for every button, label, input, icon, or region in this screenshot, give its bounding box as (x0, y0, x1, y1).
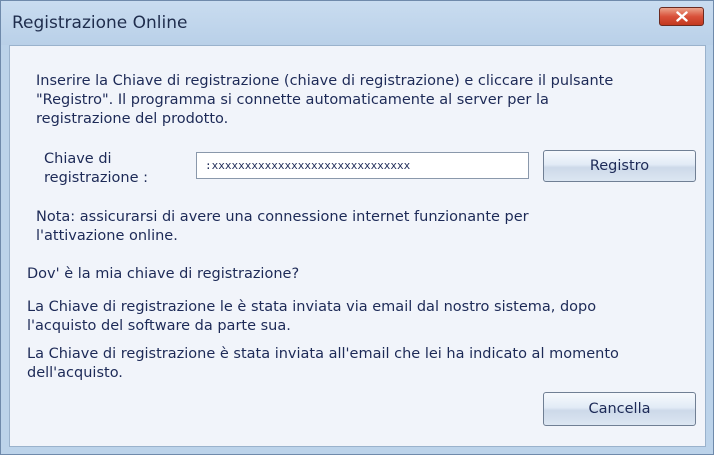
intro-line: "Registro". Il programma si connette aut… (36, 92, 549, 108)
note-line: Nota: assicurarsi di avere una connessio… (36, 209, 529, 225)
intro-line: registrazione del prodotto. (36, 111, 229, 127)
intro-text: Inserire la Chiave di registrazione (chi… (36, 72, 613, 129)
answer-line: dell'acquisto. (27, 365, 123, 381)
title-bar[interactable]: Registrazione Online (1, 1, 713, 45)
answer-email-text: La Chiave di registrazione le è stata in… (27, 298, 596, 336)
close-icon (676, 11, 688, 22)
where-is-key-question: Dov' è la mia chiave di registrazione? (27, 266, 300, 282)
window-title: Registrazione Online (12, 13, 188, 33)
answer-purchase-text: La Chiave di registrazione è stata invia… (27, 345, 619, 383)
cancel-button[interactable]: Cancella (543, 392, 696, 426)
note-line: l'attivazione online. (36, 228, 178, 244)
register-button[interactable]: Registro (543, 150, 696, 182)
registration-dialog: Registrazione Online Inserire la Chiave … (0, 0, 714, 455)
registration-key-input[interactable]: :xxxxxxxxxxxxxxxxxxxxxxxxxxxxxx (196, 152, 529, 179)
note-text: Nota: assicurarsi di avere una connessio… (36, 208, 529, 246)
key-label: Chiave di registrazione : (44, 150, 148, 188)
answer-line: l'acquisto del software da parte sua. (27, 318, 291, 334)
key-label-line: Chiave di (44, 151, 112, 167)
answer-line: La Chiave di registrazione è stata invia… (27, 346, 619, 362)
key-label-line: registrazione : (44, 170, 148, 186)
close-button[interactable] (659, 7, 704, 26)
answer-line: La Chiave di registrazione le è stata in… (27, 299, 597, 315)
intro-line: Inserire la Chiave di registrazione (chi… (36, 73, 614, 89)
dialog-content: Inserire la Chiave di registrazione (chi… (9, 45, 706, 447)
